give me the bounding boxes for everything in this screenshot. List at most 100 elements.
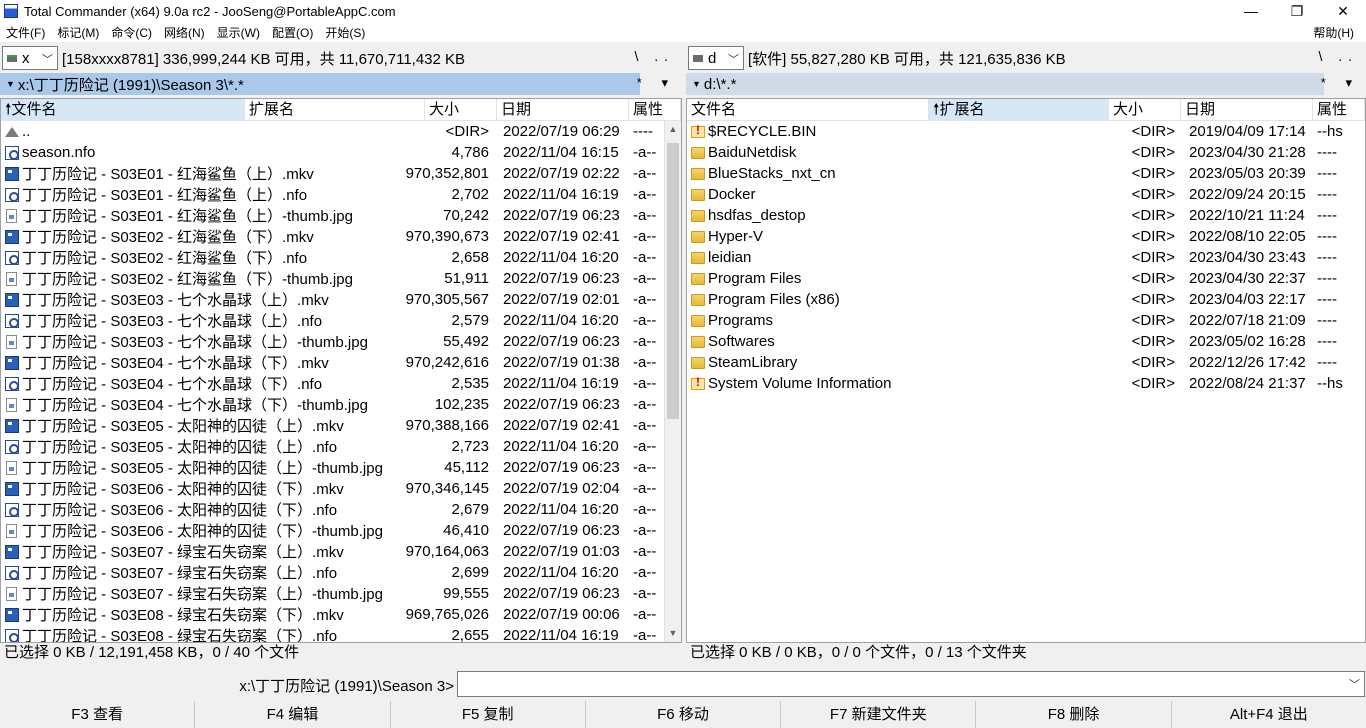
file-row[interactable]: $RECYCLE.BIN <DIR> 2019/04/09 17:14 --hs [687, 121, 1365, 142]
file-row[interactable]: 丁丁历险记 - S03E08 - 绿宝石失窃案（下）.nfo 2,655 2022/… [1, 625, 681, 642]
left-path-bar[interactable]: ▼ x:\丁丁历险记 (1991)\Season 3\*.* * ▾ [0, 73, 682, 95]
col-date-header[interactable]: 日期 [1181, 99, 1313, 121]
file-row[interactable]: hsdfas_destop <DIR> 2022/10/21 11:24 ---- [687, 205, 1365, 226]
menu-config[interactable]: 配置(O) [266, 24, 319, 41]
file-row[interactable]: 丁丁历险记 - S03E05 - 太阳神的囚徒（上）-thumb.jpg 45,1… [1, 457, 681, 478]
file-row[interactable]: 丁丁历险记 - S03E04 - 七个水晶球（下）-thumb.jpg 102,2… [1, 394, 681, 415]
col-name-header[interactable]: 文件名 [687, 99, 929, 121]
menu-net[interactable]: 网络(N) [158, 24, 211, 41]
file-row[interactable]: 丁丁历险记 - S03E01 - 红海鲨鱼（上）-thumb.jpg 70,242… [1, 205, 681, 226]
col-size-header[interactable]: 大小 [425, 99, 497, 121]
file-row[interactable]: 丁丁历险记 - S03E07 - 绿宝石失窃案（上）-thumb.jpg 99,5… [1, 583, 681, 604]
file-row[interactable]: BaiduNetdisk <DIR> 2023/04/30 21:28 ---- [687, 142, 1365, 163]
file-row[interactable]: Programs <DIR> 2022/07/18 21:09 ---- [687, 310, 1365, 331]
f6-move-button[interactable]: F6 移动 [586, 701, 782, 728]
file-row[interactable]: 丁丁历险记 - S03E05 - 太阳神的囚徒（上）.mkv 970,388,16… [1, 415, 681, 436]
f4-edit-button[interactable]: F4 编辑 [195, 701, 391, 728]
menu-file[interactable]: 文件(F) [0, 24, 51, 41]
file-row[interactable]: 丁丁历险记 - S03E03 - 七个水晶球（上）.nfo 2,579 2022/1… [1, 310, 681, 331]
col-attr-header[interactable]: 属性 [629, 99, 681, 121]
file-date-cell: 2022/11/04 16:20 [503, 501, 619, 518]
file-row[interactable]: 丁丁历险记 - S03E06 - 太阳神的囚徒（下）.mkv 970,346,14… [1, 478, 681, 499]
right-file-list[interactable]: 文件名 🠕扩展名 大小 日期 属性 $RECYCLE.BIN <DIR> 2019/… [686, 98, 1366, 643]
col-size-header[interactable]: 大小 [1109, 99, 1181, 121]
file-row[interactable]: Docker <DIR> 2022/09/24 20:15 ---- [687, 184, 1365, 205]
folder-icon [691, 272, 705, 285]
maximize-button[interactable]: ❐ [1274, 0, 1320, 22]
f3-view-button[interactable]: F3 查看 [0, 701, 196, 728]
file-row[interactable]: 丁丁历险记 - S03E04 - 七个水晶球（下）.nfo 2,535 2022/1… [1, 373, 681, 394]
col-ext-header[interactable]: 🠕扩展名 [929, 99, 1109, 121]
file-row[interactable]: SteamLibrary <DIR> 2022/12/26 17:42 ---- [687, 352, 1365, 373]
file-attr-cell: ---- [1317, 249, 1337, 266]
right-path-bar[interactable]: ▼ d:\*.* * ▾ [686, 73, 1366, 95]
left-file-list[interactable]: 🠕文件名 扩展名 大小 日期 属性 .. <DIR> 2022/07/19 06:2… [0, 98, 682, 643]
close-button[interactable]: ✕ [1320, 0, 1366, 22]
file-row[interactable]: Program Files (x86) <DIR> 2023/04/03 22:17… [687, 289, 1365, 310]
file-attr-cell: -a-- [633, 144, 657, 161]
file-row[interactable]: System Volume Information <DIR> 2022/08/24… [687, 373, 1365, 394]
file-row[interactable]: 丁丁历险记 - S03E01 - 红海鲨鱼（上）.mkv 970,352,801 2… [1, 163, 681, 184]
right-root-parent-buttons[interactable]: \ .. [1318, 48, 1358, 64]
file-row[interactable]: Program Files <DIR> 2023/04/30 22:37 ---- [687, 268, 1365, 289]
file-attr-cell: -a-- [633, 438, 657, 455]
folder-icon [691, 251, 705, 264]
left-root-parent-buttons[interactable]: \ .. [634, 48, 674, 64]
right-filter-button[interactable]: * ▾ [1321, 75, 1360, 91]
file-row[interactable]: season.nfo 4,786 2022/11/04 16:15 -a-- [1, 142, 681, 163]
file-row[interactable]: 丁丁历险记 - S03E02 - 红海鲨鱼（下）-thumb.jpg 51,911… [1, 268, 681, 289]
menu-bar: 文件(F) 标记(M) 命令(C) 网络(N) 显示(W) 配置(O) 开始(S… [0, 22, 1366, 42]
file-row[interactable]: 丁丁历险记 - S03E04 - 七个水晶球（下）.mkv 970,242,616… [1, 352, 681, 373]
file-name-cell: 丁丁历险记 - S03E06 - 太阳神的囚徒（下）.nfo [1, 499, 401, 520]
col-attr-header[interactable]: 属性 [1313, 99, 1365, 121]
file-row[interactable]: leidian <DIR> 2023/04/30 23:43 ---- [687, 247, 1365, 268]
file-row[interactable]: 丁丁历险记 - S03E03 - 七个水晶球（上）-thumb.jpg 55,49… [1, 331, 681, 352]
history-dropdown-icon[interactable]: ▼ [6, 79, 15, 89]
file-row[interactable]: 丁丁历险记 - S03E02 - 红海鲨鱼（下）.nfo 2,658 2022/11… [1, 247, 681, 268]
f7-newfolder-button[interactable]: F7 新建文件夹 [781, 701, 977, 728]
nfo-icon [5, 187, 19, 202]
history-dropdown-icon[interactable]: ▼ [692, 79, 701, 89]
left-scrollbar[interactable]: ▲ ▼ [664, 121, 681, 642]
menu-start[interactable]: 开始(S) [319, 24, 371, 41]
right-drive-select[interactable]: d ﹀ [688, 46, 744, 70]
drive-icon [693, 54, 703, 62]
chevron-down-icon[interactable]: ﹀ [1349, 676, 1360, 692]
col-ext-header[interactable]: 扩展名 [245, 99, 425, 121]
scroll-thumb[interactable] [667, 143, 679, 419]
f8-delete-button[interactable]: F8 删除 [976, 701, 1172, 728]
file-row[interactable]: Softwares <DIR> 2023/05/02 16:28 ---- [687, 331, 1365, 352]
left-path: x:\丁丁历险记 (1991)\Season 3\*.* [17, 76, 244, 94]
altf4-exit-button[interactable]: Alt+F4 退出 [1172, 701, 1366, 728]
left-drive-info: [158xxxx8781] 336,999,244 KB 可用，共 11,670… [62, 50, 466, 68]
menu-mark[interactable]: 标记(M) [51, 24, 105, 41]
file-size-cell: <DIR> [1131, 186, 1175, 203]
file-row[interactable]: 丁丁历险记 - S03E07 - 绿宝石失窃案（上）.mkv 970,164,06… [1, 541, 681, 562]
file-size-cell: 99,555 [443, 585, 489, 602]
scroll-down-icon[interactable]: ▼ [665, 625, 681, 642]
file-name-cell: 丁丁历险记 - S03E07 - 绿宝石失窃案（上）-thumb.jpg [1, 583, 401, 604]
file-row[interactable]: 丁丁历险记 - S03E07 - 绿宝石失窃案（上）.nfo 2,699 2022/… [1, 562, 681, 583]
scroll-up-icon[interactable]: ▲ [665, 121, 681, 138]
menu-help[interactable]: 帮助(H) [1307, 24, 1360, 41]
file-row[interactable]: 丁丁历险记 - S03E06 - 太阳神的囚徒（下）-thumb.jpg 46,4… [1, 520, 681, 541]
file-row[interactable]: 丁丁历险记 - S03E02 - 红海鲨鱼（下）.mkv 970,390,673 2… [1, 226, 681, 247]
col-date-header[interactable]: 日期 [497, 99, 629, 121]
menu-commands[interactable]: 命令(C) [105, 24, 158, 41]
left-drive-select[interactable]: x ﹀ [2, 46, 58, 70]
file-row[interactable]: 丁丁历险记 - S03E01 - 红海鲨鱼（上）.nfo 2,702 2022/11… [1, 184, 681, 205]
col-name-header[interactable]: 🠕文件名 [1, 99, 245, 121]
file-size-cell: 2,699 [451, 564, 489, 581]
file-row[interactable]: 丁丁历险记 - S03E08 - 绿宝石失窃案（下）.mkv 969,765,02… [1, 604, 681, 625]
left-filter-button[interactable]: * ▾ [637, 75, 676, 91]
file-row[interactable]: 丁丁历险记 - S03E06 - 太阳神的囚徒（下）.nfo 2,679 2022/… [1, 499, 681, 520]
f5-copy-button[interactable]: F5 复制 [391, 701, 586, 728]
menu-show[interactable]: 显示(W) [211, 24, 266, 41]
file-row[interactable]: 丁丁历险记 - S03E05 - 太阳神的囚徒（上）.nfo 2,723 2022/… [1, 436, 681, 457]
minimize-button[interactable]: — [1228, 0, 1274, 22]
file-row[interactable]: .. <DIR> 2022/07/19 06:29 ---- [1, 121, 681, 142]
file-row[interactable]: 丁丁历险记 - S03E03 - 七个水晶球（上）.mkv 970,305,567… [1, 289, 681, 310]
file-row[interactable]: BlueStacks_nxt_cn <DIR> 2023/05/03 20:39 --… [687, 163, 1365, 184]
command-input[interactable]: ﹀ [457, 671, 1365, 697]
file-row[interactable]: Hyper-V <DIR> 2022/08/10 22:05 ---- [687, 226, 1365, 247]
